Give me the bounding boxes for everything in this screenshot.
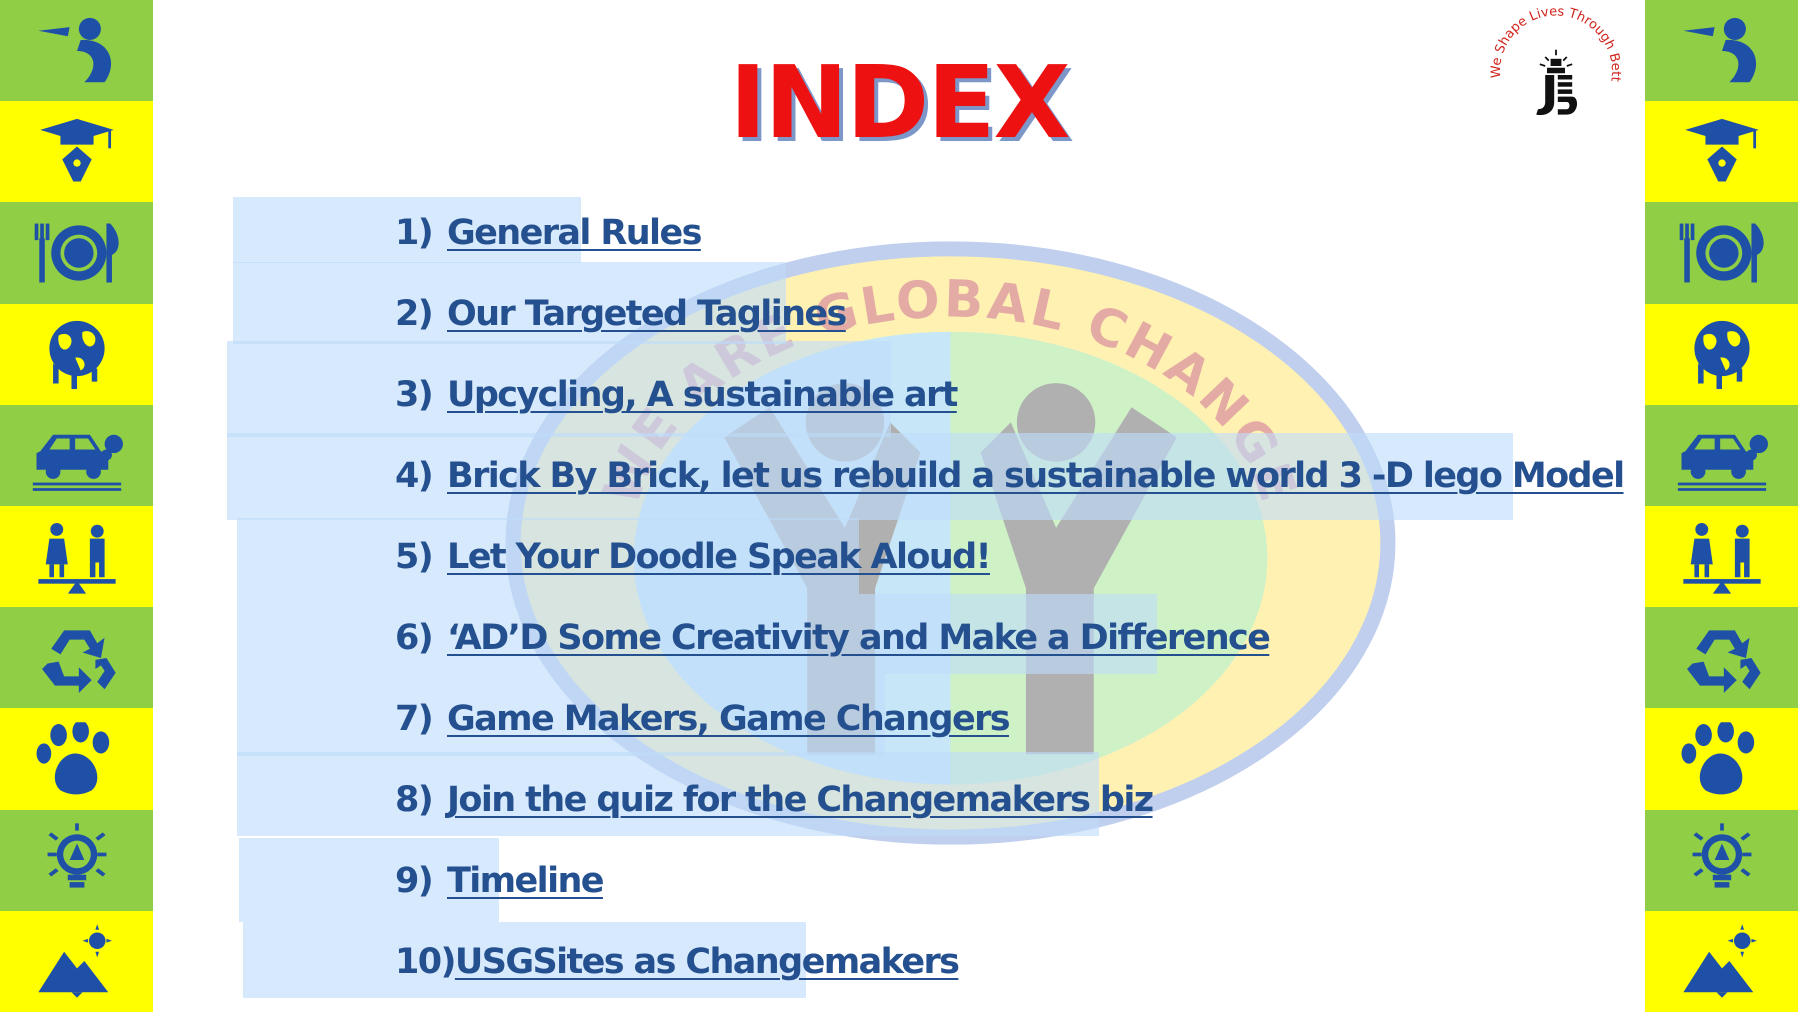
- praying-person-icon: [1676, 11, 1768, 91]
- car-pollution-icon: [31, 415, 123, 495]
- index-item-number: 7): [395, 699, 434, 739]
- index-item-number: 2): [395, 294, 434, 334]
- index-item-link[interactable]: Timeline: [447, 861, 605, 901]
- strip-tile: [0, 404, 153, 507]
- mountain-sun-icon: [1676, 921, 1768, 1001]
- index-item-number: 10): [395, 942, 457, 982]
- strip-tile: [1645, 303, 1798, 405]
- strip-tile: [1645, 202, 1798, 304]
- strip-tile: [0, 506, 153, 608]
- praying-person-icon: [31, 11, 123, 91]
- plate-cutlery-icon: [1676, 213, 1768, 293]
- index-item-link[interactable]: USGSites as Changemakers: [455, 942, 960, 982]
- index-item-link[interactable]: ‘AD’D Some Creativity and Make a Differe…: [447, 618, 1271, 658]
- index-item-link[interactable]: General Rules: [447, 213, 702, 253]
- index-item-link[interactable]: Let Your Doodle Speak Aloud!: [447, 537, 992, 577]
- lightbulb-icon: [31, 820, 123, 900]
- index-item-number: 5): [395, 537, 434, 577]
- index-slide: WE ARE GLOBAL CHANGE MAKERS INDEX We Sha…: [153, 0, 1645, 1012]
- gender-equality-icon: [31, 517, 123, 597]
- index-item-number: 9): [395, 861, 434, 901]
- left-icon-strip: [0, 0, 153, 1012]
- strip-tile: [1645, 809, 1798, 911]
- plate-cutlery-icon: [31, 213, 123, 293]
- strip-tile: [0, 910, 153, 1012]
- mountain-sun-icon: [31, 921, 123, 1001]
- index-item: 2) Our Targeted Taglines: [395, 284, 847, 344]
- recycle-icon: [1676, 618, 1768, 698]
- strip-tile: [0, 607, 153, 709]
- strip-tile: [0, 101, 153, 203]
- index-item-link[interactable]: Join the quiz for the Changemakers biz: [447, 780, 1154, 820]
- gender-equality-icon: [1676, 517, 1768, 597]
- index-item-number: 8): [395, 780, 434, 820]
- strip-tile: [1645, 708, 1798, 810]
- index-item-number: 3): [395, 375, 434, 415]
- strip-tile: [1645, 0, 1798, 102]
- index-item-link[interactable]: Upcycling, A sustainable art: [447, 375, 958, 415]
- paw-print-icon: [31, 719, 123, 799]
- car-pollution-icon: [1676, 415, 1768, 495]
- strip-tile: [0, 0, 153, 102]
- graduation-pen-icon: [1676, 112, 1768, 192]
- index-item-link[interactable]: Game Makers, Game Changers: [447, 699, 1011, 739]
- index-item: 4) Brick By Brick, let us rebuild a susta…: [395, 446, 1625, 506]
- index-item: 7) Game Makers, Game Changers: [395, 689, 1011, 749]
- index-item-link[interactable]: Our Targeted Taglines: [447, 294, 847, 334]
- strip-tile: [0, 303, 153, 405]
- graduation-pen-icon: [31, 112, 123, 192]
- index-item: 10) USGSites as Changemakers: [395, 932, 960, 992]
- strip-tile: [1645, 607, 1798, 709]
- strip-tile: [0, 708, 153, 810]
- strip-tile: [1645, 101, 1798, 203]
- index-item: 6) ‘AD’D Some Creativity and Make a Diffe…: [395, 608, 1271, 668]
- index-item: 5) Let Your Doodle Speak Aloud!: [395, 527, 992, 587]
- strip-tile: [0, 202, 153, 304]
- index-item-number: 4): [395, 456, 434, 496]
- index-item: 3) Upcycling, A sustainable art: [395, 365, 958, 425]
- right-icon-strip: [1645, 0, 1798, 1012]
- index-item: 8) Join the quiz for the Changemakers biz: [395, 770, 1154, 830]
- strip-tile: [1645, 404, 1798, 507]
- strip-tile: [0, 809, 153, 911]
- index-item-number: 1): [395, 213, 434, 253]
- index-item-number: 6): [395, 618, 434, 658]
- strip-tile: [1645, 910, 1798, 1012]
- index-item: 9) Timeline: [395, 851, 605, 911]
- paw-print-icon: [1676, 719, 1768, 799]
- page-title: INDEX: [729, 44, 1070, 161]
- strip-tile: [1645, 506, 1798, 608]
- recycle-icon: [31, 618, 123, 698]
- index-item: 1) General Rules: [395, 203, 702, 263]
- melting-globe-icon: [31, 314, 123, 394]
- lightbulb-icon: [1676, 820, 1768, 900]
- melting-globe-icon: [1676, 314, 1768, 394]
- index-item-link[interactable]: Brick By Brick, let us rebuild a sustain…: [447, 456, 1625, 496]
- jds-school-logo-icon: We Shape Lives Through Better Education: [1471, 4, 1623, 144]
